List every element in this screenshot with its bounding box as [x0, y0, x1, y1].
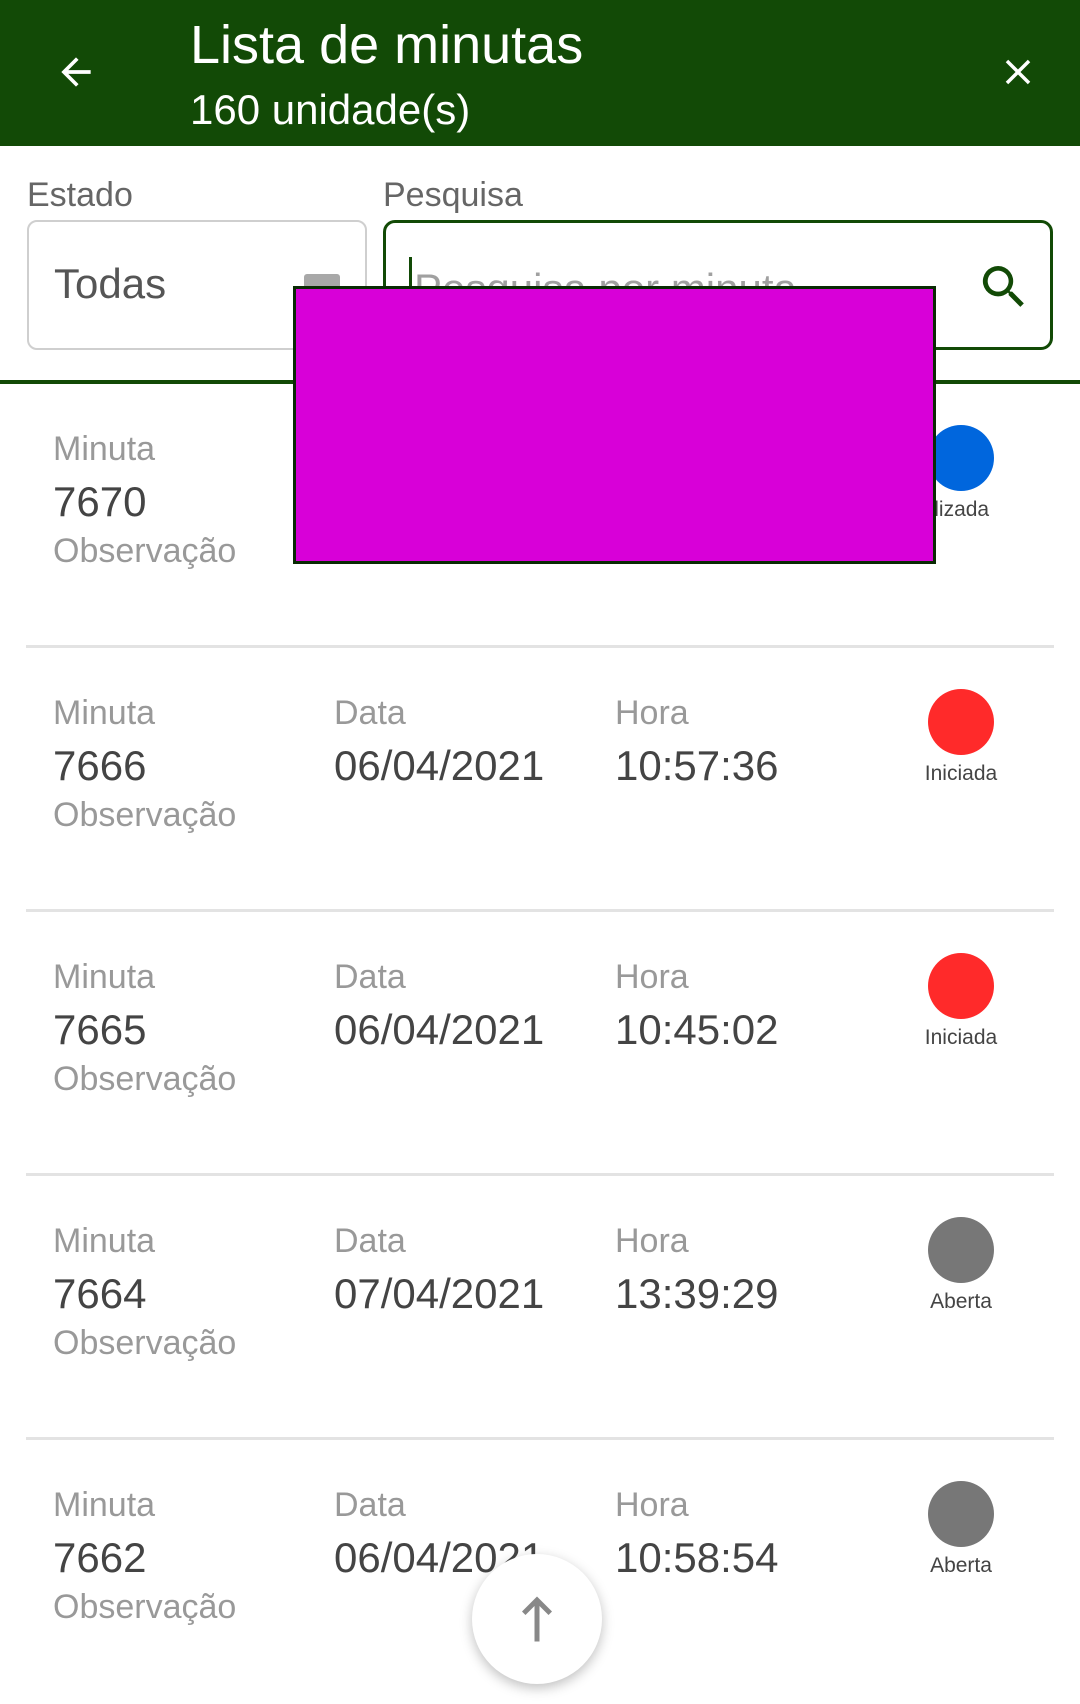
list-item[interactable]: Minuta 7664 Observação Data 07/04/2021 H…	[0, 1176, 1080, 1440]
data-value: 06/04/2021	[334, 1006, 545, 1053]
status-text: Aberta	[930, 1554, 992, 1577]
status-text: Iniciada	[924, 1026, 998, 1049]
status-dot	[928, 425, 994, 491]
observacao-label: Observação	[53, 1588, 237, 1626]
redaction-overlay	[293, 286, 936, 564]
minutas-list: Minuta 7670 Observação nalizada Minuta 7…	[0, 384, 1080, 1704]
estado-label: Estado	[27, 176, 133, 214]
hora-value: 10:45:02	[615, 1006, 779, 1053]
arrow-up-icon	[522, 1596, 552, 1642]
hora-label: Hora	[615, 1486, 689, 1524]
hora-label: Hora	[615, 958, 689, 996]
hora-value: 13:39:29	[615, 1270, 779, 1317]
pesquisa-label: Pesquisa	[383, 176, 523, 214]
back-button[interactable]	[48, 44, 104, 100]
minuta-label: Minuta	[53, 694, 156, 732]
app-bar: Lista de minutas 160 unidade(s)	[0, 0, 1080, 146]
data-label: Data	[334, 1486, 406, 1524]
minuta-number: 7662	[53, 1534, 147, 1581]
page-subtitle: 160 unidade(s)	[190, 86, 471, 133]
close-button[interactable]	[990, 44, 1046, 100]
page-title: Lista de minutas	[190, 15, 584, 75]
minuta-label: Minuta	[53, 958, 156, 996]
data-label: Data	[334, 1222, 406, 1260]
hora-label: Hora	[615, 1222, 689, 1260]
status-dot	[928, 689, 994, 755]
status-text: Iniciada	[924, 762, 998, 785]
close-icon	[1005, 59, 1031, 85]
estado-selected-value: Todas	[54, 260, 167, 307]
minuta-number: 7665	[53, 1006, 147, 1053]
scroll-top-button[interactable]	[472, 1554, 602, 1684]
minuta-number: 7664	[53, 1270, 147, 1317]
observacao-label: Observação	[53, 796, 237, 834]
data-value: 06/04/2021	[334, 742, 545, 789]
status-dot	[928, 1217, 994, 1283]
observacao-label: Observação	[53, 532, 237, 570]
arrow-left-icon	[61, 57, 91, 87]
data-label: Data	[334, 958, 406, 996]
search-icon[interactable]	[976, 259, 1032, 315]
observacao-label: Observação	[53, 1060, 237, 1098]
status-text: Aberta	[930, 1290, 992, 1313]
hora-value: 10:57:36	[615, 742, 779, 789]
list-item[interactable]: Minuta 7666 Observação Data 06/04/2021 H…	[0, 648, 1080, 912]
minuta-number: 7670	[53, 478, 147, 525]
data-label: Data	[334, 694, 406, 732]
hora-label: Hora	[615, 694, 689, 732]
observacao-label: Observação	[53, 1324, 237, 1362]
minuta-label: Minuta	[53, 1486, 156, 1524]
data-value: 07/04/2021	[334, 1270, 545, 1317]
status-dot	[928, 1481, 994, 1547]
minuta-label: Minuta	[53, 1222, 156, 1260]
minuta-number: 7666	[53, 742, 147, 789]
hora-value: 10:58:54	[615, 1534, 779, 1581]
status-dot	[928, 953, 994, 1019]
list-item[interactable]: Minuta 7665 Observação Data 06/04/2021 H…	[0, 912, 1080, 1176]
minuta-label: Minuta	[53, 430, 156, 468]
